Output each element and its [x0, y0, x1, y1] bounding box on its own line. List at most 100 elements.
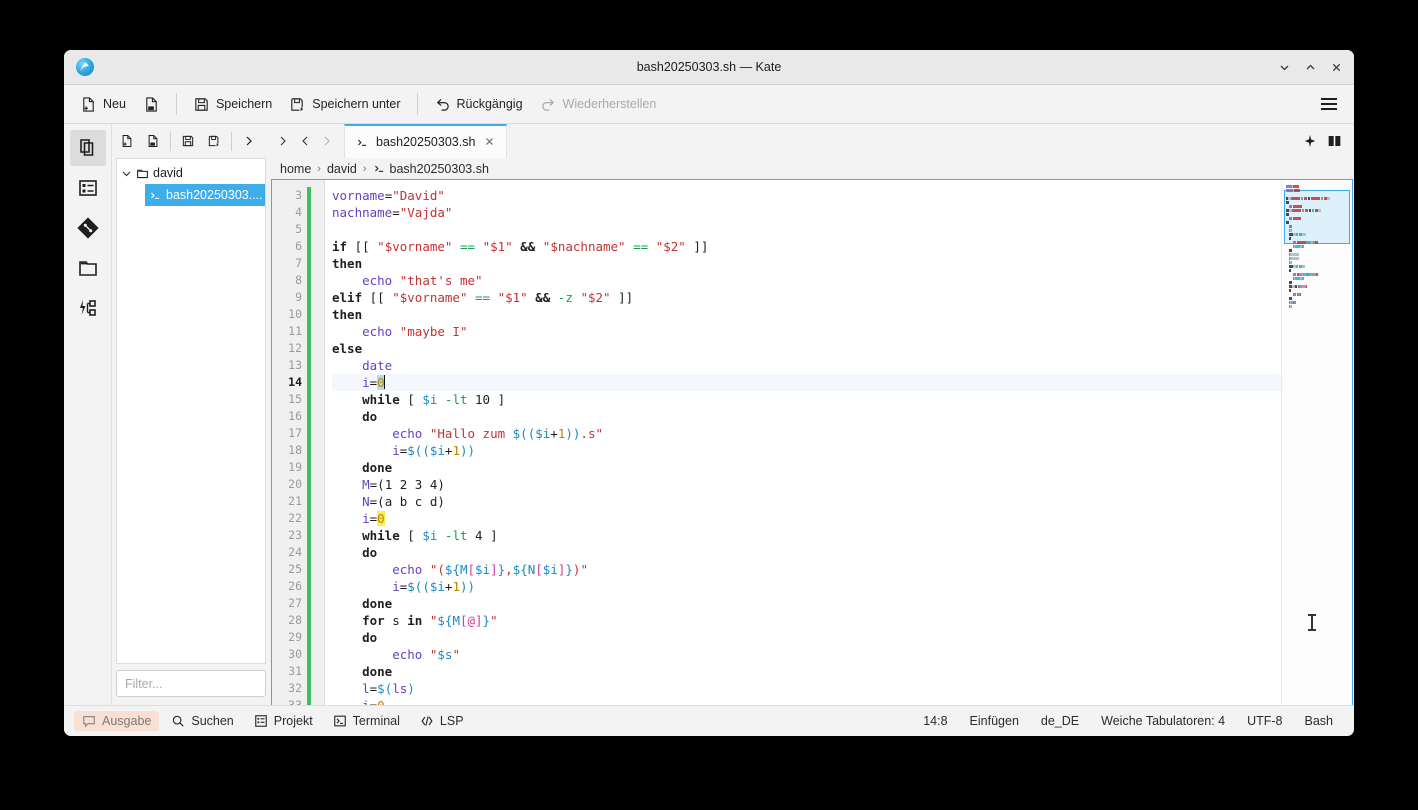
code-line[interactable]: vorname="David"	[332, 187, 1281, 204]
fold-marker[interactable]	[311, 272, 324, 289]
tree-item-folder[interactable]: david	[117, 162, 265, 184]
editor-area[interactable]: 3456789101112131415161718192021222324252…	[271, 179, 1353, 705]
status-item-terminal[interactable]: Terminal	[325, 711, 408, 731]
status-item-projekt[interactable]: Projekt	[246, 711, 321, 731]
maximize-button[interactable]	[1298, 55, 1322, 79]
code-line[interactable]: echo "Hallo zum $(($i+1)).s"	[332, 425, 1281, 442]
tab-prev-button[interactable]	[294, 124, 316, 158]
fold-marker[interactable]	[311, 238, 324, 255]
fold-marker[interactable]	[311, 221, 324, 238]
tree-new-file-button[interactable]	[115, 129, 139, 153]
code-line[interactable]: done	[332, 459, 1281, 476]
code-line[interactable]: while [ $i -lt 4 ]	[332, 527, 1281, 544]
fold-marker[interactable]	[311, 442, 324, 459]
sidebar-item-lsp[interactable]	[70, 290, 106, 326]
code-line[interactable]: echo "$s"	[332, 646, 1281, 663]
fold-marker[interactable]	[311, 306, 324, 323]
tab-close-icon[interactable]	[482, 134, 497, 151]
breadcrumb-part-home[interactable]: home	[280, 162, 311, 176]
fold-marker[interactable]	[311, 663, 324, 680]
fold-marker[interactable]	[311, 323, 324, 340]
open-button[interactable]	[135, 92, 168, 117]
fold-marker[interactable]	[311, 544, 324, 561]
sidebar-item-documents[interactable]	[70, 130, 106, 166]
status-item-suchen[interactable]: Suchen	[163, 711, 241, 731]
code-line[interactable]: i=0	[332, 697, 1281, 705]
code-line[interactable]: done	[332, 595, 1281, 612]
code-line[interactable]: do	[332, 629, 1281, 646]
code-line[interactable]: else	[332, 340, 1281, 357]
breadcrumb-part-david[interactable]: david	[327, 162, 357, 176]
code-line[interactable]: while [ $i -lt 10 ]	[332, 391, 1281, 408]
tree-item-file[interactable]: bash20250303....	[145, 184, 265, 206]
tab-list-button[interactable]	[272, 124, 294, 158]
file-tree[interactable]: david bash20250303....	[116, 158, 266, 664]
code-line[interactable]: then	[332, 255, 1281, 272]
code-line[interactable]: i=0	[332, 510, 1281, 527]
fold-marker[interactable]	[311, 510, 324, 527]
fold-marker[interactable]	[311, 697, 324, 705]
save-button[interactable]: Speichern	[185, 92, 280, 117]
code-folding-column[interactable]	[311, 180, 325, 705]
code-line[interactable]: do	[332, 408, 1281, 425]
save-as-button[interactable]: Speichern unter	[281, 92, 408, 117]
status-locale[interactable]: de_DE	[1030, 711, 1090, 731]
fold-marker[interactable]	[311, 629, 324, 646]
minimize-button[interactable]	[1272, 55, 1296, 79]
status-item-ausgabe[interactable]: Ausgabe	[74, 711, 159, 731]
code-line[interactable]: done	[332, 663, 1281, 680]
tree-open-file-button[interactable]	[141, 129, 165, 153]
minimap[interactable]	[1281, 180, 1352, 705]
fold-marker[interactable]	[311, 527, 324, 544]
status-syntax-mode[interactable]: Bash	[1294, 711, 1345, 731]
code-line[interactable]: M=(1 2 3 4)	[332, 476, 1281, 493]
code-line[interactable]: i=$(($i+1))	[332, 442, 1281, 459]
sidebar-item-filesystem[interactable]	[70, 250, 106, 286]
status-indentation[interactable]: Weiche Tabulatoren: 4	[1090, 711, 1236, 731]
fold-marker[interactable]	[311, 646, 324, 663]
code-line[interactable]: echo "(${M[$i]},${N[$i]})"	[332, 561, 1281, 578]
code-line[interactable]: l=$(ls)	[332, 680, 1281, 697]
fold-marker[interactable]	[311, 391, 324, 408]
fold-marker[interactable]	[311, 578, 324, 595]
sidebar-item-git[interactable]	[70, 210, 106, 246]
code-line[interactable]: date	[332, 357, 1281, 374]
status-cursor-position[interactable]: 14:8	[912, 711, 958, 731]
code-line[interactable]: nachname="Vajda"	[332, 204, 1281, 221]
code-line[interactable]: if [[ "$vorname" == "$1" && "$nachname" …	[332, 238, 1281, 255]
fold-marker[interactable]	[311, 289, 324, 306]
lightning-icon[interactable]	[1303, 134, 1317, 148]
code-line[interactable]: for s in "${M[@]}"	[332, 612, 1281, 629]
breadcrumb-part-file[interactable]: bash20250303.sh	[390, 162, 489, 176]
tree-save-as-button[interactable]	[202, 129, 226, 153]
fold-marker[interactable]	[311, 595, 324, 612]
close-button[interactable]	[1324, 55, 1348, 79]
fold-marker[interactable]	[311, 680, 324, 697]
fold-marker[interactable]	[311, 561, 324, 578]
fold-marker[interactable]	[311, 187, 324, 204]
code-line[interactable]: echo "that's me"	[332, 272, 1281, 289]
code-line[interactable]: elif [[ "$vorname" == "$1" && -z "$2" ]]	[332, 289, 1281, 306]
status-item-lsp[interactable]: LSP	[412, 711, 472, 731]
status-encoding[interactable]: UTF-8	[1236, 711, 1293, 731]
fold-marker[interactable]	[311, 459, 324, 476]
fold-marker[interactable]	[311, 493, 324, 510]
code-text[interactable]: vorname="David"nachname="Vajda" if [[ "$…	[325, 180, 1281, 705]
new-button[interactable]: Neu	[72, 92, 134, 117]
code-line[interactable]	[332, 221, 1281, 238]
fold-marker[interactable]	[311, 255, 324, 272]
tree-more-button[interactable]	[237, 129, 261, 153]
fold-marker[interactable]	[311, 476, 324, 493]
code-line[interactable]: N=(a b c d)	[332, 493, 1281, 510]
fold-marker[interactable]	[311, 374, 324, 391]
split-view-icon[interactable]	[1327, 134, 1342, 148]
fold-marker[interactable]	[311, 612, 324, 629]
filter-input[interactable]: Filter...	[116, 670, 266, 697]
fold-marker[interactable]	[311, 408, 324, 425]
code-line[interactable]: i=0	[332, 374, 1281, 391]
tree-save-button[interactable]	[176, 129, 200, 153]
fold-marker[interactable]	[311, 357, 324, 374]
tab-bash20250303[interactable]: bash20250303.sh	[344, 124, 507, 158]
hamburger-menu-icon[interactable]	[1316, 91, 1342, 117]
fold-marker[interactable]	[311, 425, 324, 442]
